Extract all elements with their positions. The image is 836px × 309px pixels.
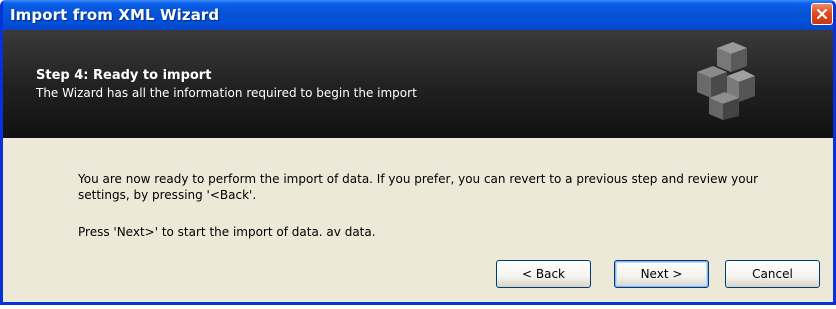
- back-button[interactable]: < Back: [496, 260, 591, 288]
- window-title: Import from XML Wizard: [10, 6, 220, 24]
- info-paragraph: You are now ready to perform the import …: [78, 172, 759, 202]
- cubes-icon: [697, 42, 755, 120]
- instruction-paragraph: Press 'Next>' to start the import of dat…: [78, 225, 376, 239]
- wizard-header: Step 4: Ready to import The Wizard has a…: [3, 30, 833, 138]
- next-button[interactable]: Next >: [614, 260, 709, 288]
- close-icon: [816, 8, 828, 20]
- wizard-content: You are now ready to perform the import …: [3, 138, 833, 302]
- cancel-button[interactable]: Cancel: [725, 260, 820, 288]
- title-bar[interactable]: Import from XML Wizard: [3, 0, 833, 30]
- step-title: Step 4: Ready to import: [36, 68, 212, 83]
- step-subtitle: The Wizard has all the information requi…: [36, 86, 417, 100]
- wizard-window: Import from XML Wizard Step 4: Ready to …: [0, 0, 836, 305]
- close-button[interactable]: [811, 3, 833, 25]
